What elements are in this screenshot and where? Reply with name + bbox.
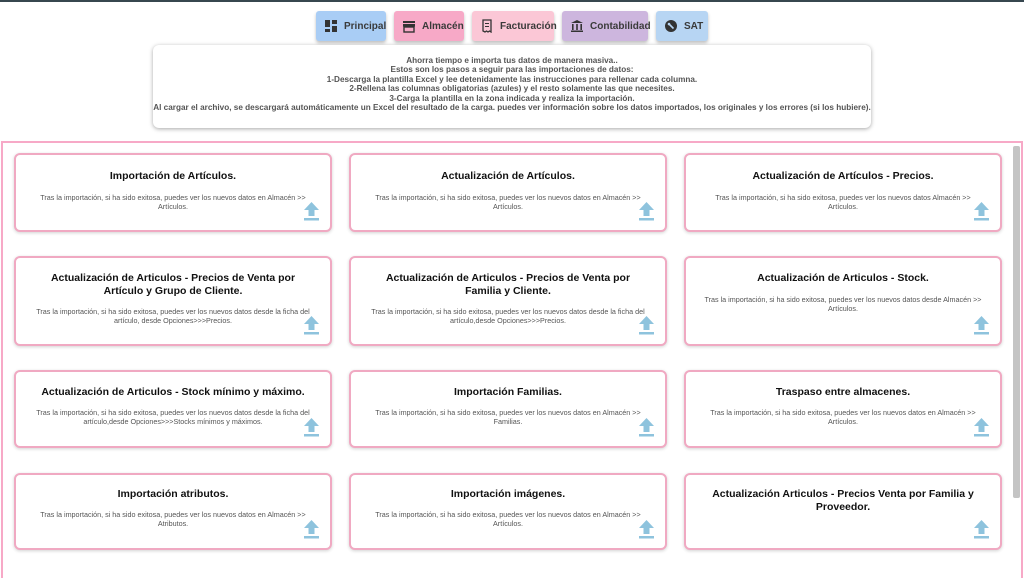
upload-icon[interactable] xyxy=(303,315,320,335)
card-title: Actualización de Articulos - Stock. xyxy=(757,272,929,284)
store-icon xyxy=(402,19,416,33)
instructions-line: 3-Carga la plantilla en la zona indicada… xyxy=(389,93,635,103)
import-card: Actualización de Artículos - Precios. Tr… xyxy=(684,153,1002,232)
upload-icon[interactable] xyxy=(638,519,655,539)
nav-button-almacen[interactable]: Almacén xyxy=(394,11,464,41)
card-description: Tras la importación, si ha sido exitosa,… xyxy=(40,510,306,529)
card-description: Tras la importación, si ha sido exitosa,… xyxy=(40,193,306,212)
card-title: Importación imágenes. xyxy=(450,488,566,500)
instructions-line: Estos son los pasos a seguir para las im… xyxy=(390,65,634,75)
instructions-line: 2-Rellena las columnas obligatorias (azu… xyxy=(349,84,675,94)
upload-icon[interactable] xyxy=(973,417,990,437)
wrench-icon xyxy=(664,19,678,33)
card-description: Tras la importación, si ha sido exitosa,… xyxy=(715,193,971,212)
import-card: Actualización de Articulos - Precios de … xyxy=(349,256,667,346)
card-title: Traspaso entre almacenes. xyxy=(775,386,911,398)
card-title: Actualización de Articulos - Precios de … xyxy=(385,272,631,297)
import-card: Actualización de Articulos - Stock. Tras… xyxy=(684,256,1002,346)
top-border xyxy=(0,0,1024,2)
nav-button-contabilidad[interactable]: Contabilidad xyxy=(562,11,651,41)
card-title: Actualización de Artículos - Precios. xyxy=(752,170,934,182)
receipt-icon xyxy=(480,19,494,33)
upload-icon[interactable] xyxy=(973,519,990,539)
import-card: Actualización de Artículos. Tras la impo… xyxy=(349,153,667,232)
upload-icon[interactable] xyxy=(303,201,320,221)
import-card: Importación atributos. Tras la importaci… xyxy=(14,473,332,550)
instructions-line: Ahorra tiempo e importa tus datos de man… xyxy=(406,56,618,65)
upload-icon[interactable] xyxy=(303,519,320,539)
nav-label: SAT xyxy=(684,20,704,32)
nav-label: Facturación xyxy=(500,20,557,32)
card-description: Tras la importación, si ha sido exitosa,… xyxy=(371,307,645,326)
instructions-box: Ahorra tiempo e importa tus datos de man… xyxy=(153,45,871,128)
nav-label: Contabilidad xyxy=(590,20,651,32)
import-card: Importación Familias. Tras la importació… xyxy=(349,370,667,448)
card-description: Tras la importación, si ha sido exitosa,… xyxy=(375,408,641,427)
import-card: Importación de Artículos. Tras la import… xyxy=(14,153,332,232)
import-card: Importación imágenes. Tras la importació… xyxy=(349,473,667,550)
card-description: Tras la importación, si ha sido exitosa,… xyxy=(36,307,310,326)
upload-icon[interactable] xyxy=(303,417,320,437)
card-description: Tras la importación, si ha sido exitosa,… xyxy=(36,408,310,427)
upload-icon[interactable] xyxy=(973,315,990,335)
instructions-line: Al cargar el archivo, se descargará auto… xyxy=(153,103,871,113)
upload-icon[interactable] xyxy=(638,315,655,335)
upload-icon[interactable] xyxy=(638,201,655,221)
import-card: Actualización de Articulos - Precios de … xyxy=(14,256,332,346)
nav-label: Principal xyxy=(344,20,387,32)
bank-icon xyxy=(570,19,584,33)
card-title: Actualización de Articulos - Stock mínim… xyxy=(41,386,305,398)
card-description: Tras la importación, si ha sido exitosa,… xyxy=(710,408,976,427)
nav-button-principal[interactable]: Principal xyxy=(316,11,386,41)
card-title: Importación de Artículos. xyxy=(109,170,237,182)
card-title: Importación atributos. xyxy=(117,488,229,500)
dashboard-icon xyxy=(324,19,338,33)
card-description: Tras la importación, si ha sido exitosa,… xyxy=(375,510,641,529)
nav-label: Almacén xyxy=(422,20,464,32)
card-description: Tras la importación, si ha sido exitosa,… xyxy=(704,295,982,314)
module-nav: Principal Almacén Facturación Contabilid… xyxy=(0,11,1024,41)
upload-icon[interactable] xyxy=(638,417,655,437)
import-card: Actualización de Articulos - Stock mínim… xyxy=(14,370,332,448)
card-title: Actualización Articulos - Precios Venta … xyxy=(712,488,974,513)
instructions-line: 1-Descarga la plantilla Excel y lee dete… xyxy=(326,74,698,84)
card-description: Tras la importación, si ha sido exitosa,… xyxy=(375,193,641,212)
import-card: Traspaso entre almacenes. Tras la import… xyxy=(684,370,1002,448)
card-title: Actualización de Artículos. xyxy=(441,170,575,182)
import-card: Actualización Articulos - Precios Venta … xyxy=(684,473,1002,550)
nav-button-facturacion[interactable]: Facturación xyxy=(472,11,557,41)
card-title: Actualización de Articulos - Precios de … xyxy=(50,272,296,297)
scrollbar[interactable] xyxy=(1013,146,1020,498)
nav-button-sat[interactable]: SAT xyxy=(656,11,708,41)
card-title: Importación Familias. xyxy=(454,386,562,398)
upload-icon[interactable] xyxy=(973,201,990,221)
